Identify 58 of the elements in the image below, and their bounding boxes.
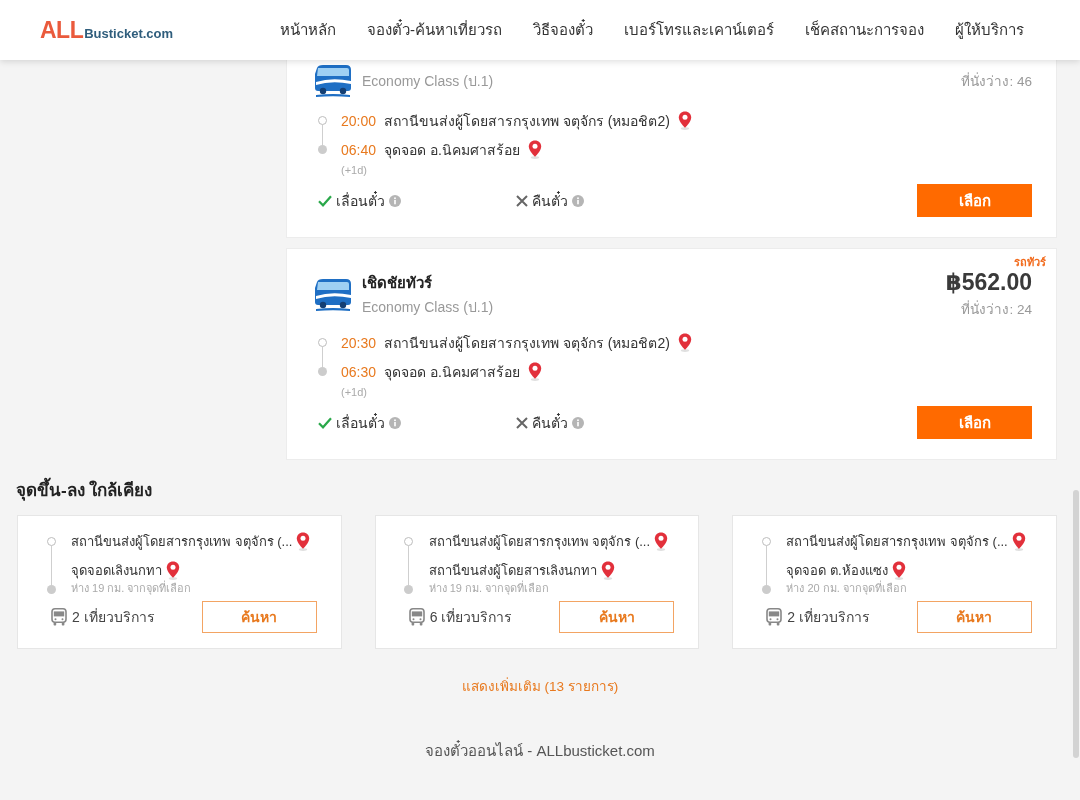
bus-class-text: Economy Class (ป.1) (362, 72, 495, 91)
map-pin-icon[interactable] (891, 561, 906, 580)
feature-label: คืนตั๋ว (532, 412, 568, 433)
stop-name: สถานีขนส่งผู้โดยสารกรุงเทพ จตุจักร (หมอชิต2) (384, 111, 670, 132)
origin-station: สถานีขนส่งผู้โดยสารกรุงเทพ จตุจักร (... (71, 533, 293, 552)
day-offset-text: (+1d) (341, 386, 368, 399)
stop-name: จุดจอด อ.นิคมศาสร้อย (384, 140, 520, 161)
bus-icon (408, 608, 425, 626)
trip-count-text: 2 เที่ยวบริการ (72, 607, 155, 627)
map-pin-icon[interactable] (1011, 532, 1026, 551)
distance-text: ห่าง 19 กม. จากจุดที่เลือก (428, 581, 551, 595)
distance-text: ห่าง 19 กม. จากจุดที่เลือก (71, 581, 193, 595)
stop-time: 20:00 (341, 112, 377, 129)
map-pin-icon[interactable] (296, 532, 311, 551)
stop-time: 06:30 (341, 363, 377, 380)
seats-available-text: ที่นั่งว่าง: 46 (961, 71, 1032, 91)
map-pin-icon[interactable] (677, 333, 692, 352)
nav-link[interactable]: เช็คสถานะการจอง (805, 18, 924, 42)
bus-logo-icon (314, 277, 352, 312)
footer-text: จองตั๋วออนไลน์ - ALLbusticket.com (425, 739, 655, 761)
operator-name: เชิดชัยทัวร์ (362, 273, 433, 293)
stop-time: 06:40 (341, 141, 377, 158)
destination-station: สถานีขนส่งผู้โดยสารเลิงนกทา (428, 562, 597, 580)
nav-link[interactable]: เบอร์โทรและเคาน์เตอร์ (624, 18, 774, 42)
price-text: ฿562.00 (945, 269, 1032, 296)
scrollbar-thumb[interactable] (1073, 490, 1079, 758)
nav-link[interactable]: หน้าหลัก (280, 18, 336, 42)
map-pin-icon[interactable] (600, 561, 615, 580)
trip-count-text: 2 เที่ยวบริการ (787, 607, 870, 627)
origin-station: สถานีขนส่งผู้โดยสารกรุงเทพ จตุจักร (... (428, 533, 651, 552)
map-pin-icon[interactable] (166, 561, 180, 580)
site-logo[interactable]: ALLBusticket.com (40, 16, 174, 44)
nav-link[interactable]: วิธีจองตั๋ว (533, 18, 593, 42)
bus-class-text: Economy Class (ป.1) (362, 298, 495, 317)
destination-station: จุดจอด ต.ห้องแซง (786, 562, 888, 580)
bus-icon (766, 608, 783, 626)
map-pin-icon[interactable] (677, 111, 692, 130)
bus-logo-icon (314, 64, 352, 98)
trip-count-text: 6 เที่ยวบริการ (429, 607, 513, 627)
stop-name: สถานีขนส่งผู้โดยสารกรุงเทพ จตุจักร (หมอชิต2) (384, 333, 670, 354)
feature-label: เลื่อนตั๋ว (336, 412, 385, 433)
bus-type-label: รถทัวร์ (1014, 255, 1046, 269)
distance-text: ห่าง 20 กม. จากจุดที่เลือก (786, 581, 908, 595)
bus-icon (51, 608, 67, 626)
destination-station: จุดจอดเลิงนกทา (71, 562, 162, 580)
stop-time: 20:30 (341, 334, 377, 351)
nav-link[interactable]: ผู้ให้บริการ (955, 18, 1024, 42)
origin-station: สถานีขนส่งผู้โดยสารกรุงเทพ จตุจักร (... (786, 533, 1008, 552)
day-offset-text: (+1d) (341, 164, 368, 177)
nav-link[interactable]: จองตั๋ว-ค้นหาเที่ยวรถ (367, 18, 502, 42)
map-pin-icon[interactable] (527, 140, 542, 159)
feature-label: คืนตั๋ว (532, 190, 568, 211)
map-pin-icon[interactable] (654, 532, 669, 551)
stop-name: จุดจอด อ.นิคมศาสร้อย (384, 362, 520, 383)
seats-available-text: ที่นั่งว่าง: 24 (961, 299, 1032, 319)
map-pin-icon[interactable] (527, 362, 542, 381)
section-heading: จุดขึ้น-ลง ใกล้เคียง (16, 476, 1057, 503)
feature-label: เลื่อนตั๋ว (336, 190, 385, 211)
